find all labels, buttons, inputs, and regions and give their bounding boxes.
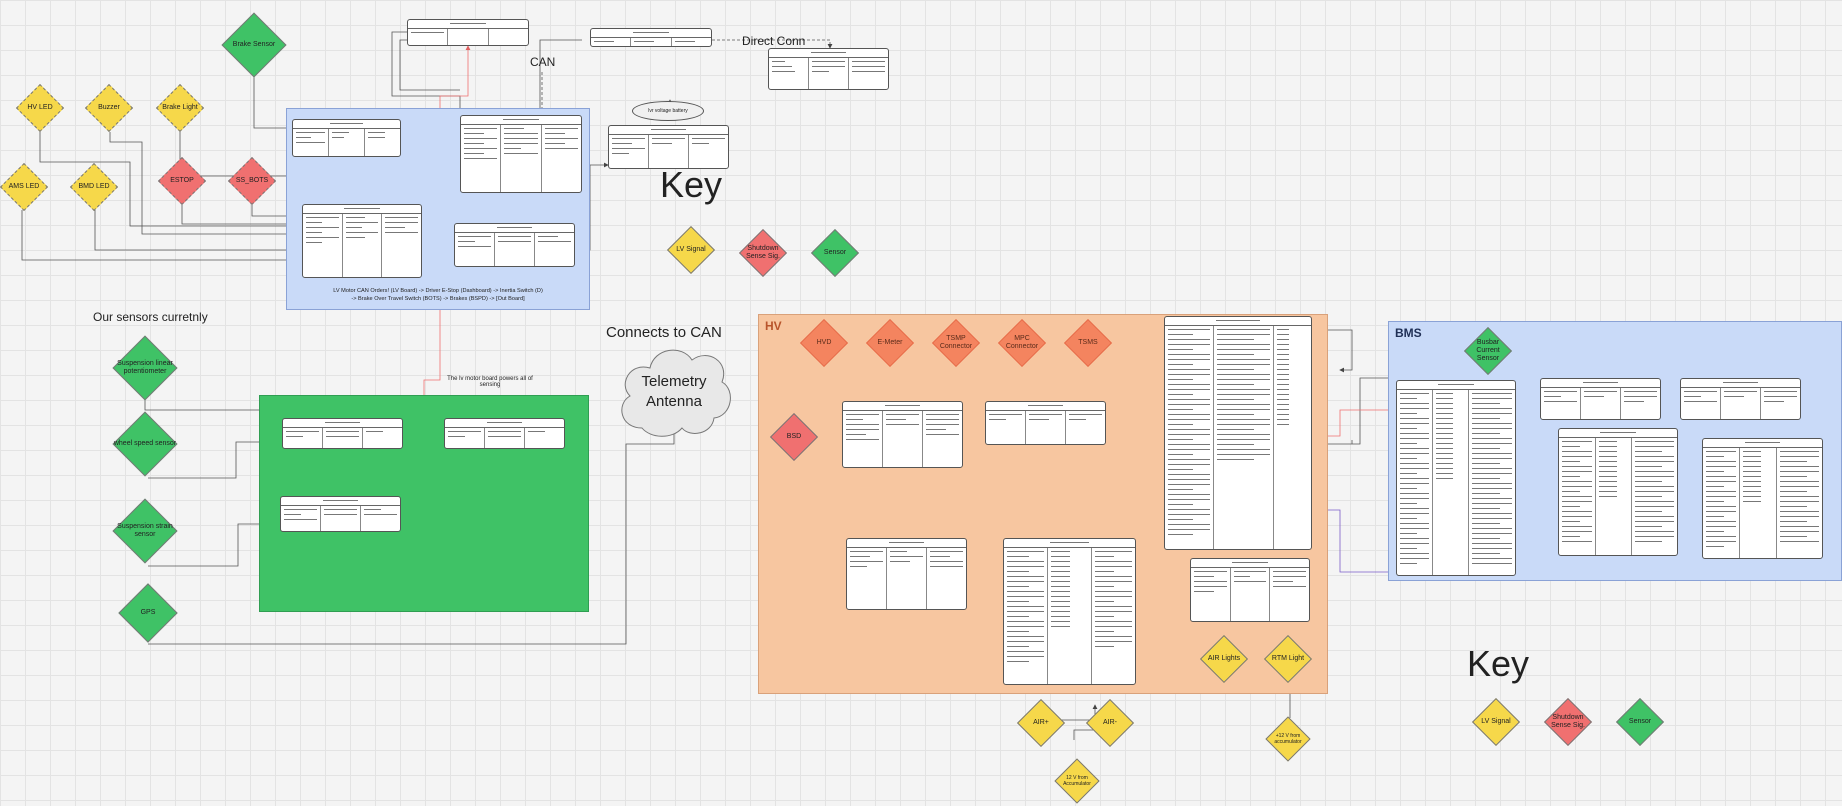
card-top-right[interactable]: [590, 28, 712, 47]
diamond-air-plus-label: AIR+: [1033, 719, 1049, 726]
key1-sensor-label: Sensor: [823, 249, 847, 256]
key1-shutdown-label: Shutdown Sense Sig.: [746, 245, 780, 260]
diamond-amb-lights[interactable]: AIR Lights: [1192, 634, 1256, 684]
key1-lv-signal: LV Signal: [662, 225, 720, 275]
diamond-hv-4[interactable]: MPC Connector: [992, 318, 1052, 368]
card-bms-4[interactable]: [1558, 428, 1678, 556]
key2-sensor-label: Sensor: [1628, 718, 1652, 725]
diamond-ss-bots[interactable]: SS_BOTS: [223, 156, 281, 206]
diamond-gps-label: GPS: [140, 609, 156, 616]
bms-region-title: BMS: [1395, 326, 1422, 340]
diamond-brake-light[interactable]: Brake Light: [151, 83, 209, 133]
card-sensor-1[interactable]: [282, 418, 403, 449]
can-label: CAN: [530, 55, 556, 69]
diamond-ams-led[interactable]: AMS LED: [0, 162, 53, 212]
card-bms-2[interactable]: [1540, 378, 1661, 420]
diamond-brake-light-label: Brake Light: [162, 104, 198, 111]
diamond-bsd-label: BSD: [786, 433, 802, 440]
diamond-bottom-2-label: +12 V from accumulator: [1274, 733, 1302, 745]
diamond-hv-3[interactable]: TSMP Connector: [926, 318, 986, 368]
diamond-hv-5[interactable]: TSMS: [1058, 318, 1118, 368]
diamond-hv-led[interactable]: HV LED: [11, 83, 69, 133]
card-lv-1[interactable]: [292, 119, 401, 157]
diamond-ams-led-label: AMS LED: [8, 183, 40, 190]
diamond-ss-bots-label: SS_BOTS: [235, 177, 269, 184]
card-direct-conn[interactable]: [768, 48, 889, 90]
diamond-buzzer-label: Buzzer: [98, 104, 120, 111]
diamond-wheel-speed[interactable]: wheel speed sensor: [101, 410, 189, 478]
diamond-amb-lights-label: AIR Lights: [1207, 655, 1241, 662]
card-hv-main[interactable]: [1164, 316, 1312, 550]
our-sensors-label: Our sensors curretnly: [93, 310, 208, 324]
diamond-rtm-light[interactable]: RTM Light: [1256, 634, 1320, 684]
card-bms-3[interactable]: [1680, 378, 1801, 420]
key2-lv-signal: LV Signal: [1464, 697, 1528, 747]
diamond-bottom-2[interactable]: +12 V from accumulator: [1258, 714, 1318, 764]
diamond-rtm-light-label: RTM Light: [1271, 655, 1305, 662]
card-sensor-3[interactable]: [280, 496, 401, 532]
connects-to-can-label: Connects to CAN: [606, 324, 722, 341]
key1-shutdown: Shutdown Sense Sig.: [734, 228, 792, 278]
diamond-bsd[interactable]: BSD: [764, 412, 824, 462]
key2-shutdown-label: Shutdown Sense Sig.: [1551, 714, 1585, 729]
key2-lv-signal-label: LV Signal: [1481, 718, 1511, 725]
card-hv-1[interactable]: [842, 401, 963, 468]
sensor-board-note: The lv motor board powers all of sensing: [447, 376, 533, 388]
diamond-estop-label: ESTOP: [170, 177, 194, 184]
key2-shutdown: Shutdown Sense Sig.: [1536, 697, 1600, 747]
diamond-susp-pot[interactable]: Suspension linear potentiometer: [101, 335, 189, 401]
key2-sensor: Sensor: [1608, 697, 1672, 747]
card-hv-5[interactable]: [1190, 558, 1310, 622]
card-bms-5[interactable]: [1702, 438, 1823, 559]
diamond-bottom-1-label: 12 V from Accumulator: [1063, 775, 1091, 787]
diamond-bmd-led-label: BMD LED: [78, 183, 110, 190]
diamond-hv-4-label: MPC Connector: [1005, 335, 1039, 350]
diamond-hv-2-label: E-Meter: [877, 339, 903, 346]
card-hv-4[interactable]: [1003, 538, 1136, 685]
diamond-wheel-speed-label: wheel speed sensor: [113, 440, 177, 447]
diamond-hv-1-label: HVD: [816, 339, 832, 346]
diamond-estop[interactable]: ESTOP: [153, 156, 211, 206]
card-lv-2[interactable]: [460, 115, 582, 193]
card-lv-3[interactable]: [302, 204, 422, 278]
lv-caption-line1: LV Motor CAN Orders! (LV Board) -> Drive…: [333, 288, 543, 294]
card-lv-battery[interactable]: [608, 125, 729, 169]
key-title-1: Key: [660, 164, 723, 205]
card-sensor-2[interactable]: [444, 418, 565, 449]
diamond-hv-2[interactable]: E-Meter: [860, 318, 920, 368]
diamond-bms-sensor[interactable]: Busbar Current Sensor: [1456, 326, 1520, 376]
diamond-susp-pot-label: Suspension linear potentiometer: [117, 360, 173, 375]
diamond-gps[interactable]: GPS: [110, 580, 186, 646]
key-title-2: Key: [1467, 643, 1530, 684]
card-bms-main[interactable]: [1396, 380, 1516, 576]
hv-region-title: HV: [765, 319, 782, 333]
diamond-susp-strain-label: Suspension strain sensor: [117, 523, 173, 538]
key1-lv-signal-label: LV Signal: [676, 246, 706, 253]
lv-caption-line2: -> Brake Over Travel Switch (BOTS) -> Br…: [351, 296, 525, 302]
card-hv-2[interactable]: [985, 401, 1106, 445]
diamond-brake-sensor[interactable]: Brake Sensor: [209, 12, 299, 78]
diamond-air-minus-label: AIR-: [1103, 719, 1117, 726]
diamond-bottom-1[interactable]: 12 V from Accumulator: [1047, 756, 1107, 806]
diamond-susp-strain[interactable]: Suspension strain sensor: [101, 497, 189, 565]
diamond-air-minus[interactable]: AIR-: [1080, 698, 1140, 748]
diamond-air-plus[interactable]: AIR+: [1011, 698, 1071, 748]
diamond-buzzer[interactable]: Buzzer: [80, 83, 138, 133]
diamond-hv-3-label: TSMP Connector: [939, 335, 973, 350]
diamond-hv-5-label: TSMS: [1078, 339, 1098, 346]
lv-battery-bubble[interactable]: lvr voltage battery: [632, 101, 704, 121]
diamond-bms-sensor-label: Busbar Current Sensor: [1476, 339, 1500, 362]
diamond-hv-1[interactable]: HVD: [794, 318, 854, 368]
telemetry-antenna-label: Telemetry Antenna: [641, 373, 707, 410]
diamond-bmd-led[interactable]: BMD LED: [65, 162, 123, 212]
card-lv-4[interactable]: [454, 223, 575, 267]
card-hv-3[interactable]: [846, 538, 967, 610]
diamond-brake-sensor-label: Brake Sensor: [232, 41, 276, 48]
direct-conn-label: Direct Conn: [742, 34, 806, 48]
diamond-hv-led-label: HV LED: [27, 104, 53, 111]
card-top-center[interactable]: [407, 19, 529, 46]
key1-sensor: Sensor: [806, 228, 864, 278]
